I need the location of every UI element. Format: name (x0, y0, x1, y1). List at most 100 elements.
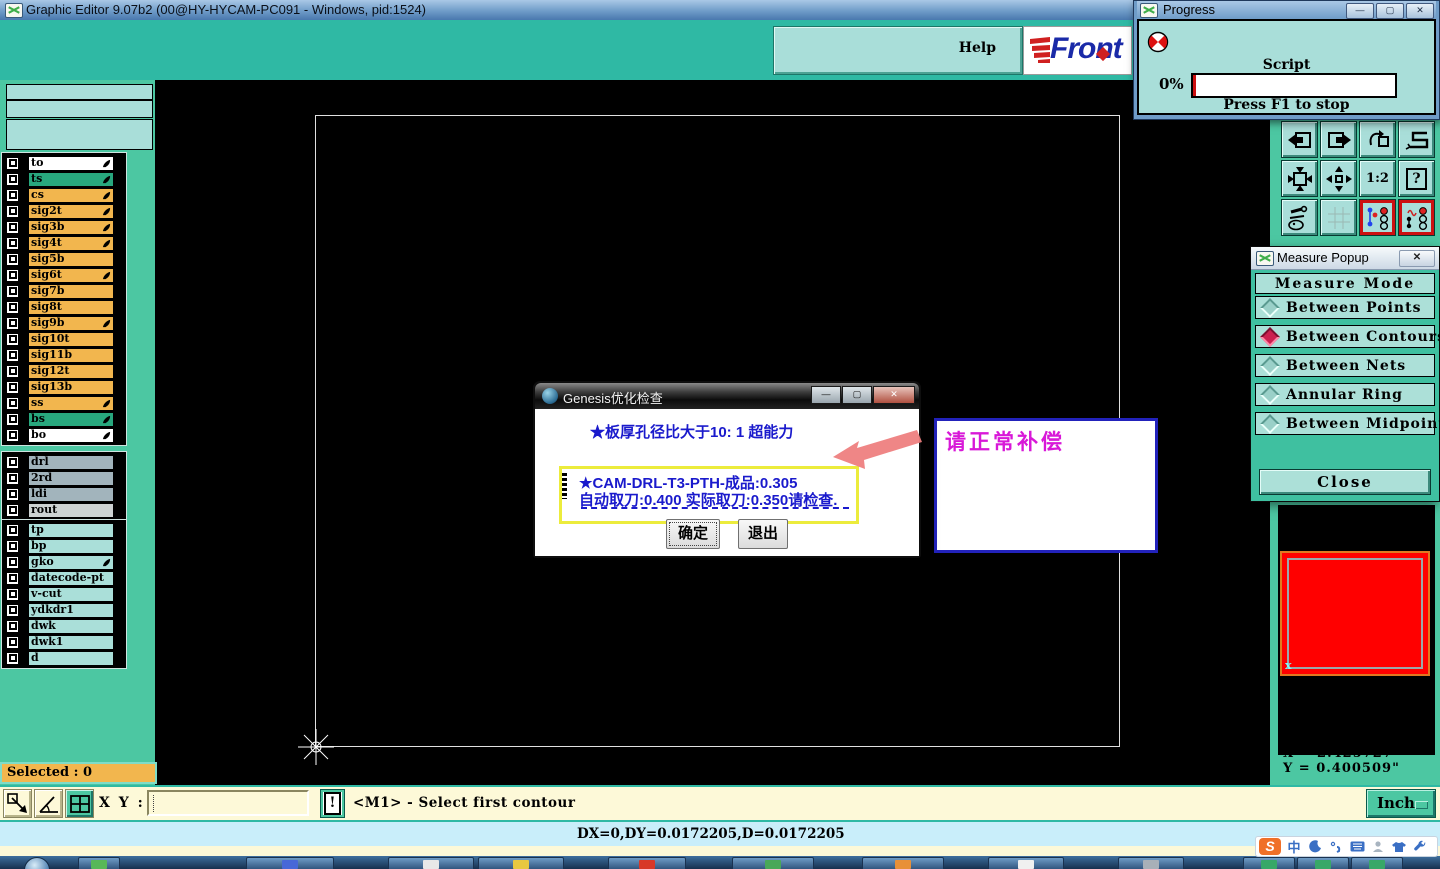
layer-row[interactable]: v-cut (2, 586, 126, 602)
pan-view-button[interactable] (1320, 160, 1357, 197)
layer-row[interactable]: sig10t (2, 331, 126, 347)
layer-visibility-checkbox[interactable] (6, 252, 19, 266)
layer-name[interactable]: datecode-pt (28, 570, 114, 586)
layer-row[interactable]: bp (2, 538, 126, 554)
layer-slot-row[interactable] (7, 85, 152, 101)
layer-name[interactable]: ldi (28, 486, 114, 502)
taskbar-app-button[interactable] (478, 857, 564, 869)
layer-visibility-checkbox[interactable] (6, 316, 19, 330)
minimize-button[interactable]: — (1346, 3, 1374, 19)
moon-icon[interactable] (1307, 839, 1323, 855)
layer-name[interactable]: d (28, 650, 114, 666)
dialog-title-bar[interactable]: Genesis优化检查 — ▢ ✕ (535, 383, 919, 409)
layer-row[interactable]: gko (2, 554, 126, 570)
layer-row[interactable]: sig3b (2, 219, 126, 235)
layer-row[interactable]: sig5b (2, 251, 126, 267)
measure-close-icon[interactable]: ✕ (1399, 250, 1435, 267)
punctuation-icon[interactable] (1328, 839, 1344, 855)
layer-row[interactable]: drl (2, 454, 126, 470)
taskbar-app-button[interactable] (388, 857, 474, 869)
layer-visibility-checkbox[interactable] (6, 236, 19, 250)
layer-name[interactable]: sig4t (28, 235, 114, 251)
measure-option-between-midpoints[interactable]: Between Midpoints (1255, 412, 1440, 435)
window-grid-button[interactable] (65, 789, 94, 818)
layer-name[interactable]: sig13b (28, 379, 114, 395)
angle-measure-button[interactable] (34, 789, 63, 818)
layer-name[interactable]: ts (28, 171, 114, 187)
layer-visibility-checkbox[interactable] (6, 539, 19, 553)
layer-name[interactable]: sig3b (28, 219, 114, 235)
layer-visibility-checkbox[interactable] (6, 455, 19, 469)
layer-row[interactable]: ydkdr1 (2, 602, 126, 618)
layer-name[interactable]: rout (28, 502, 114, 518)
layer-visibility-checkbox[interactable] (6, 471, 19, 485)
resize-tool-button[interactable] (3, 789, 32, 818)
dialog-minimize-button[interactable]: — (811, 386, 841, 404)
help-menu[interactable]: Help (959, 40, 996, 56)
layer-row[interactable]: cs (2, 187, 126, 203)
close-button[interactable]: ✕ (1406, 3, 1434, 19)
layer-name[interactable]: 2rd (28, 470, 114, 486)
layer-visibility-checkbox[interactable] (6, 412, 19, 426)
layer-visibility-checkbox[interactable] (6, 332, 19, 346)
units-dropdown[interactable]: Inch (1366, 789, 1436, 818)
zoom-in-view-button[interactable] (1320, 121, 1357, 158)
layer-visibility-checkbox[interactable] (6, 651, 19, 665)
layer-visibility-checkbox[interactable] (6, 555, 19, 569)
taskbar-app-button[interactable] (78, 857, 120, 869)
layer-visibility-checkbox[interactable] (6, 204, 19, 218)
layer-name[interactable]: sig2t (28, 203, 114, 219)
measure-close-button[interactable]: Close (1259, 469, 1431, 495)
coordinate-input[interactable] (147, 790, 309, 816)
layer-visibility-checkbox[interactable] (6, 635, 19, 649)
taskbar-app-button[interactable] (1118, 857, 1184, 869)
layer-visibility-checkbox[interactable] (6, 523, 19, 537)
layer-row[interactable]: sig4t (2, 235, 126, 251)
layer-row[interactable]: ss (2, 395, 126, 411)
net-highlight-alt-button[interactable] (1398, 199, 1435, 236)
progress-title-bar[interactable]: Progress — ▢ ✕ (1137, 1, 1436, 19)
layer-visibility-checkbox[interactable] (6, 188, 19, 202)
dialog-maximize-button[interactable]: ▢ (842, 386, 872, 404)
zoom-ratio-button[interactable]: 1:2 (1359, 160, 1396, 197)
tools-setup-button[interactable] (1281, 199, 1318, 236)
layer-name[interactable]: cs (28, 187, 114, 203)
navigator-view-rect[interactable]: x (1280, 551, 1430, 676)
measure-title-bar[interactable]: Measure Popup ✕ (1251, 247, 1439, 270)
previous-view-button[interactable] (1359, 121, 1396, 158)
layer-name[interactable]: sig5b (28, 251, 114, 267)
layer-row[interactable]: datecode-pt (2, 570, 126, 586)
skin-tshirt-icon[interactable] (1391, 839, 1407, 855)
layer-name[interactable]: bs (28, 411, 114, 427)
layer-visibility-checkbox[interactable] (6, 220, 19, 234)
taskbar-app-button[interactable] (1297, 857, 1349, 869)
layer-visibility-checkbox[interactable] (6, 268, 19, 282)
layer-row[interactable]: tp (2, 522, 126, 538)
taskbar-app-button[interactable] (608, 857, 686, 869)
taskbar-app-button[interactable] (732, 857, 814, 869)
toolbar-help-button[interactable]: ? (1398, 160, 1435, 197)
layer-row[interactable]: sig2t (2, 203, 126, 219)
start-orb[interactable] (24, 857, 50, 869)
keyboard-icon[interactable] (1349, 839, 1365, 855)
cancel-button[interactable]: 退出 (738, 519, 788, 549)
layer-visibility-checkbox[interactable] (6, 364, 19, 378)
measure-option-annular-ring[interactable]: Annular Ring (1255, 383, 1435, 406)
taskbar-app-button[interactable] (1243, 857, 1295, 869)
layer-name[interactable]: dwk1 (28, 634, 114, 650)
layer-name[interactable]: tp (28, 522, 114, 538)
ok-button[interactable]: 确定 (666, 519, 720, 549)
layer-visibility-checkbox[interactable] (6, 587, 19, 601)
layer-name[interactable]: sig6t (28, 267, 114, 283)
layer-name[interactable]: v-cut (28, 586, 114, 602)
layer-row[interactable]: ldi (2, 486, 126, 502)
layer-slot-box-top[interactable] (6, 84, 153, 118)
layer-visibility-checkbox[interactable] (6, 156, 19, 170)
measure-option-between-contours[interactable]: Between Contours (1255, 325, 1440, 348)
user-icon[interactable] (1370, 839, 1386, 855)
layer-visibility-checkbox[interactable] (6, 284, 19, 298)
layer-row[interactable]: ts (2, 171, 126, 187)
measure-option-between-nets[interactable]: Between Nets (1255, 354, 1435, 377)
taskbar-app-button[interactable] (862, 857, 944, 869)
layer-visibility-checkbox[interactable] (6, 172, 19, 186)
